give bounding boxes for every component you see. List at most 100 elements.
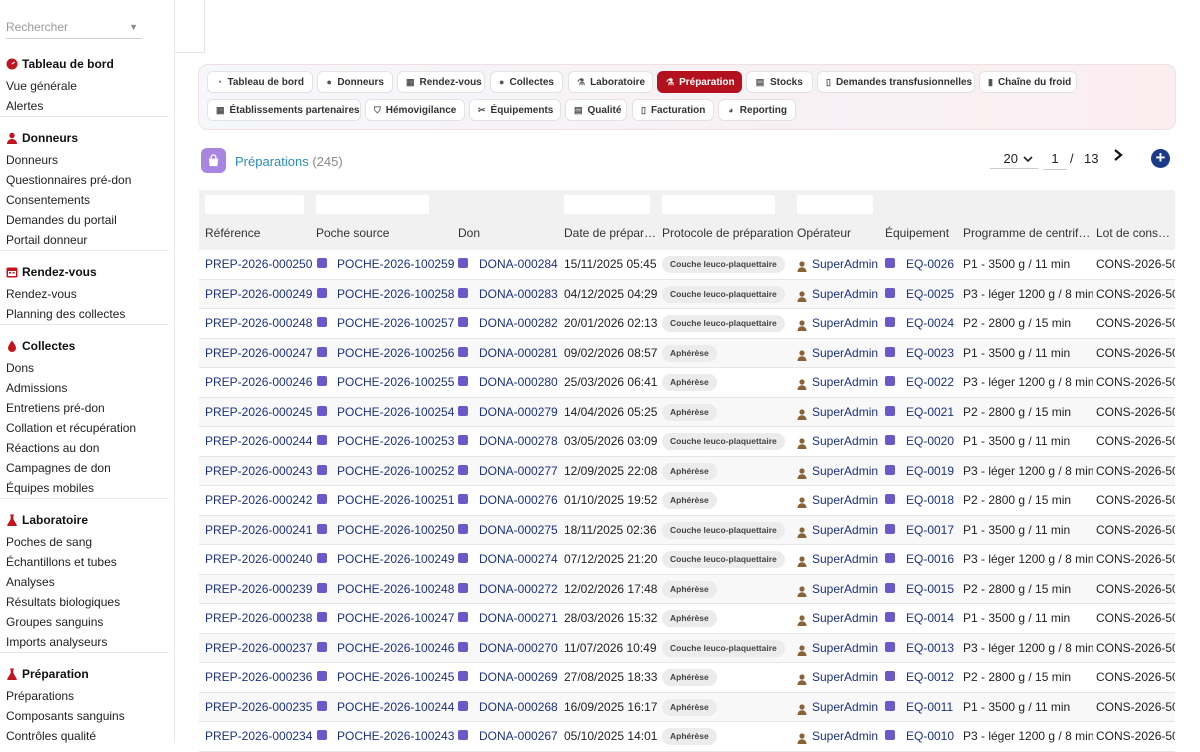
donation-link[interactable]: DONA-000275 [479, 516, 559, 545]
donation-link[interactable]: DONA-000284 [479, 250, 559, 279]
source-bag-link[interactable]: POCHE-2026-100256 [337, 339, 455, 368]
table-row[interactable]: PREP-2026-000242 POCHE-2026-100251 DONA-00… [199, 486, 1175, 516]
table-row[interactable]: PREP-2026-000241 POCHE-2026-100250 DONA-00… [199, 515, 1175, 545]
tab-module-1[interactable]: ● Donneurs [317, 71, 393, 93]
reference-link[interactable]: PREP-2026-000240 [205, 545, 313, 574]
equipment-link[interactable]: EQ-0024 [906, 309, 961, 338]
source-bag-link[interactable]: POCHE-2026-100248 [337, 575, 455, 604]
sidebar-item[interactable]: Campagnes de don [6, 461, 111, 475]
sidebar-group-1[interactable]: Donneurs [6, 131, 78, 145]
column-header[interactable]: Opérateur [797, 226, 882, 240]
table-row[interactable]: PREP-2026-000244 POCHE-2026-100253 DONA-00… [199, 427, 1175, 457]
operator-link[interactable]: SuperAdmin [812, 368, 882, 397]
donation-link[interactable]: DONA-000267 [479, 722, 559, 751]
reference-link[interactable]: PREP-2026-000236 [205, 663, 313, 692]
tab-module-2[interactable]: ▦ Rendez-vous [397, 71, 485, 93]
tab-module-0[interactable]: ◔ Tableau de bord [207, 71, 313, 93]
equipment-link[interactable]: EQ-0010 [906, 722, 961, 751]
reference-link[interactable]: PREP-2026-000246 [205, 368, 313, 397]
sidebar-item[interactable]: Questionnaires pré-don [6, 173, 131, 187]
sidebar-item[interactable]: Demandes du portail [6, 213, 117, 227]
equipment-link[interactable]: EQ-0016 [906, 545, 961, 574]
sidebar-item[interactable]: Analyses [6, 575, 55, 589]
source-bag-link[interactable]: POCHE-2026-100249 [337, 545, 455, 574]
reference-link[interactable]: PREP-2026-000247 [205, 339, 313, 368]
operator-link[interactable]: SuperAdmin [812, 309, 882, 338]
column-header[interactable]: Don [458, 226, 560, 240]
operator-link[interactable]: SuperAdmin [812, 516, 882, 545]
donation-link[interactable]: DONA-000283 [479, 280, 559, 309]
donation-link[interactable]: DONA-000269 [479, 663, 559, 692]
operator-link[interactable]: SuperAdmin [812, 722, 882, 751]
sidebar-item[interactable]: Rendez-vous [6, 287, 77, 301]
reference-link[interactable]: PREP-2026-000239 [205, 575, 313, 604]
column-filter-input[interactable] [662, 195, 775, 214]
equipment-link[interactable]: EQ-0015 [906, 575, 961, 604]
column-header[interactable]: Poche source [316, 226, 454, 240]
source-bag-link[interactable]: POCHE-2026-100255 [337, 368, 455, 397]
source-bag-link[interactable]: POCHE-2026-100245 [337, 663, 455, 692]
sidebar-item[interactable]: Consentements [6, 193, 90, 207]
tab-module-4[interactable]: ⚗ Laboratoire [568, 71, 653, 93]
table-row[interactable]: PREP-2026-000246 POCHE-2026-100255 DONA-00… [199, 368, 1175, 398]
source-bag-link[interactable]: POCHE-2026-100257 [337, 309, 455, 338]
column-header[interactable]: Lot de consom… [1096, 226, 1174, 240]
table-row[interactable]: PREP-2026-000236 POCHE-2026-100245 DONA-00… [199, 663, 1175, 693]
sidebar-item[interactable]: Poches de sang [6, 535, 92, 549]
operator-link[interactable]: SuperAdmin [812, 398, 882, 427]
operator-link[interactable]: SuperAdmin [812, 663, 882, 692]
equipment-link[interactable]: EQ-0026 [906, 250, 961, 279]
sidebar-item[interactable]: Préparations [6, 689, 74, 703]
tab-module-5[interactable]: ⚗ Préparation [657, 71, 742, 93]
sidebar-item[interactable]: Contrôles qualité [6, 729, 96, 743]
table-row[interactable]: PREP-2026-000245 POCHE-2026-100254 DONA-00… [199, 397, 1175, 427]
tab-module-14[interactable]: ◕ Reporting [718, 99, 796, 121]
column-header[interactable]: Référence [205, 226, 313, 240]
reference-link[interactable]: PREP-2026-000234 [205, 722, 313, 751]
column-header[interactable]: Équipement [885, 226, 960, 240]
equipment-link[interactable]: EQ-0011 [906, 693, 961, 722]
sidebar-item[interactable]: Admissions [6, 381, 67, 395]
reference-link[interactable]: PREP-2026-000245 [205, 398, 313, 427]
equipment-link[interactable]: EQ-0020 [906, 427, 961, 456]
donation-link[interactable]: DONA-000278 [479, 427, 559, 456]
donation-link[interactable]: DONA-000272 [479, 575, 559, 604]
sidebar-item[interactable]: Planning des collectes [6, 307, 125, 321]
operator-link[interactable]: SuperAdmin [812, 693, 882, 722]
donation-link[interactable]: DONA-000280 [479, 368, 559, 397]
sidebar-item[interactable]: Portail donneur [6, 233, 87, 247]
sidebar-item[interactable]: Réactions au don [6, 441, 99, 455]
equipment-link[interactable]: EQ-0023 [906, 339, 961, 368]
sidebar-group-0[interactable]: Tableau de bord [6, 57, 114, 71]
reference-link[interactable]: PREP-2026-000242 [205, 486, 313, 515]
source-bag-link[interactable]: POCHE-2026-100250 [337, 516, 455, 545]
sidebar-item[interactable]: Échantillons et tubes [6, 555, 117, 569]
tab-module-7[interactable]: ▯ Demandes transfusionnelles [817, 71, 975, 93]
column-filter-input[interactable] [564, 195, 650, 214]
sidebar-item[interactable]: Imports analyseurs [6, 635, 107, 649]
sidebar-item[interactable]: Groupes sanguins [6, 615, 103, 629]
column-filter-input[interactable] [316, 195, 429, 214]
equipment-link[interactable]: EQ-0019 [906, 457, 961, 486]
source-bag-link[interactable]: POCHE-2026-100259 [337, 250, 455, 279]
operator-link[interactable]: SuperAdmin [812, 604, 882, 633]
equipment-link[interactable]: EQ-0022 [906, 368, 961, 397]
sidebar-item[interactable]: Entretiens pré-don [6, 401, 105, 415]
operator-link[interactable]: SuperAdmin [812, 250, 882, 279]
sidebar-group-4[interactable]: Laboratoire [6, 513, 88, 527]
operator-link[interactable]: SuperAdmin [812, 545, 882, 574]
sidebar-item[interactable]: Résultats biologiques [6, 595, 120, 609]
donation-link[interactable]: DONA-000277 [479, 457, 559, 486]
operator-link[interactable]: SuperAdmin [812, 280, 882, 309]
equipment-link[interactable]: EQ-0018 [906, 486, 961, 515]
tab-module-8[interactable]: ▮ Chaîne du froid [979, 71, 1077, 93]
operator-link[interactable]: SuperAdmin [812, 486, 882, 515]
equipment-link[interactable]: EQ-0017 [906, 516, 961, 545]
column-header[interactable]: Programme de centrif… [963, 226, 1093, 240]
table-row[interactable]: PREP-2026-000238 POCHE-2026-100247 DONA-00… [199, 604, 1175, 634]
table-row[interactable]: PREP-2026-000249 POCHE-2026-100258 DONA-00… [199, 279, 1175, 309]
column-header[interactable]: Date de prépar… [564, 226, 660, 240]
sidebar-item[interactable]: Collation et récupération [6, 421, 136, 435]
donation-link[interactable]: DONA-000281 [479, 339, 559, 368]
sidebar-group-3[interactable]: Collectes [6, 339, 75, 353]
